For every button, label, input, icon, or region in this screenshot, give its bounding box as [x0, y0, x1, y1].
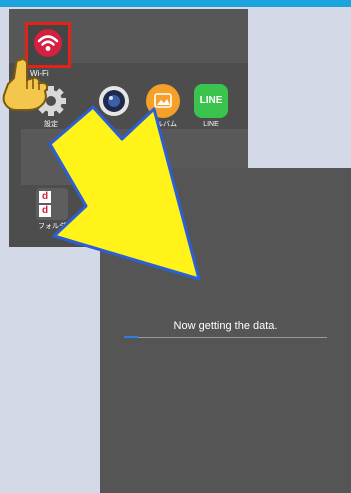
progress-bar — [124, 336, 327, 338]
line-app-label: LINE — [203, 121, 219, 128]
settings-app-label: 設定 — [44, 121, 58, 128]
folder-label: フォルダ — [38, 223, 66, 230]
loading-screen: Now getting the data. — [100, 168, 351, 493]
wifi-icon[interactable] — [34, 29, 62, 57]
top-accent-bar — [0, 0, 351, 7]
progress-bar-fill — [124, 336, 139, 338]
camera-app[interactable] — [94, 84, 134, 118]
pointing-hand-icon — [2, 58, 49, 111]
album-icon — [146, 84, 180, 118]
docomo-folder-icon: d d — [36, 188, 68, 220]
camera-lens-icon — [99, 86, 129, 116]
line-icon: LINE — [194, 84, 228, 118]
line-app[interactable]: LINE LINE — [191, 84, 231, 129]
folder-tile-d2: d — [39, 205, 51, 217]
album-app-label: アルバム — [149, 121, 177, 128]
folder-app[interactable]: d d フォルダ — [31, 188, 73, 231]
loading-message: Now getting the data. — [173, 320, 278, 332]
folder-tile-d1: d — [39, 191, 51, 203]
album-app[interactable]: アルバム — [141, 84, 185, 129]
